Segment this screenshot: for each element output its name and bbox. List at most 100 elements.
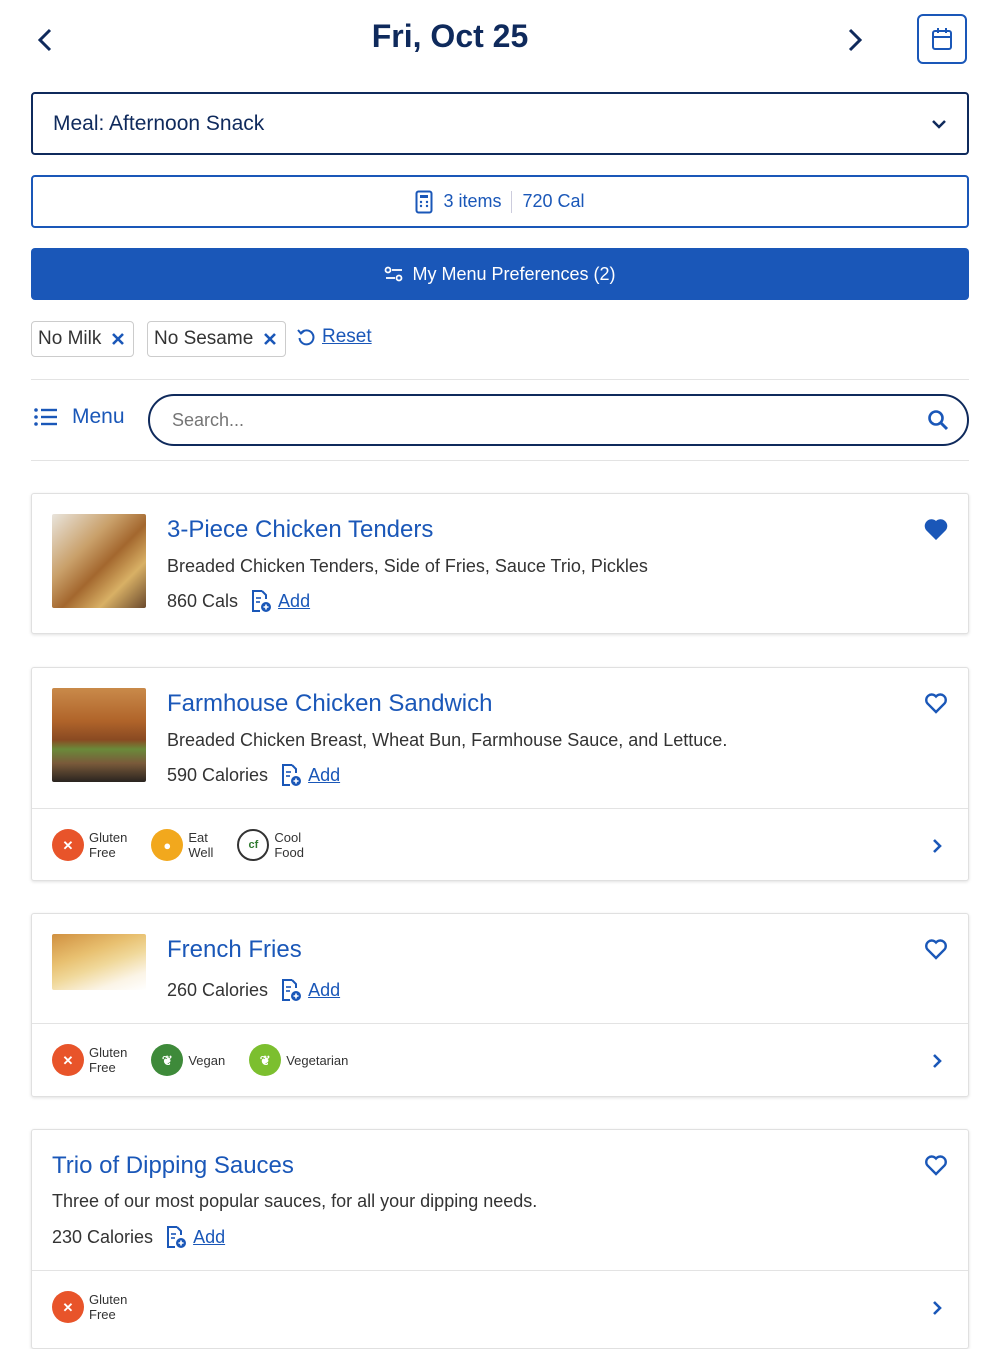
next-day-button[interactable] [840, 24, 870, 56]
item-title[interactable]: 3-Piece Chicken Tenders [167, 516, 433, 544]
badge-label: Gluten [89, 1045, 128, 1060]
preferences-label: My Menu Preferences (2) [412, 263, 616, 284]
search-bar[interactable] [148, 394, 969, 446]
filter-chip-no-milk[interactable]: No Milk [31, 321, 135, 357]
cool-food-icon: cf [237, 829, 270, 861]
close-icon[interactable] [111, 332, 125, 346]
list-icon [34, 408, 57, 426]
reset-icon [297, 329, 315, 346]
divider [32, 1270, 968, 1271]
item-image [52, 688, 146, 782]
item-calorie-row: 230 Calories Add [52, 1225, 225, 1249]
menu-item-card[interactable]: French Fries 260 Calories Add ✕ Gluten Fr… [31, 913, 969, 1097]
add-link[interactable]: Add [308, 765, 340, 786]
item-calorie-row: 860 Cals Add [167, 589, 310, 613]
badge-label: Gluten [89, 830, 128, 845]
badge-label: Gluten [89, 1292, 128, 1307]
meal-select[interactable]: Meal: Afternoon Snack [31, 92, 969, 155]
badge-label: Eat [188, 830, 208, 845]
heart-outline-icon[interactable] [924, 692, 948, 714]
dietary-badges: ✕ Gluten Free [52, 1291, 151, 1323]
chevron-right-icon[interactable] [932, 838, 942, 854]
close-icon[interactable] [263, 332, 277, 346]
item-calories: 230 Calories [52, 1226, 154, 1247]
add-to-meal-icon[interactable] [250, 589, 272, 613]
calendar-icon [932, 28, 952, 50]
dietary-badges: ✕ Gluten Free ❦ Vegan ❦ Vegetarian [52, 1044, 372, 1076]
badge-vegetarian: ❦ Vegetarian [249, 1044, 348, 1076]
heart-filled-icon[interactable] [924, 518, 948, 540]
menu-item-card[interactable]: 3-Piece Chicken Tenders Breaded Chicken … [31, 493, 969, 634]
meal-select-value: Meal: Afternoon Snack [53, 111, 265, 135]
filter-chip-no-sesame[interactable]: No Sesame [147, 321, 287, 357]
item-image [52, 514, 146, 608]
reset-filters-link[interactable]: Reset [296, 326, 372, 348]
menu-preferences-button[interactable]: My Menu Preferences (2) [31, 248, 969, 300]
item-title[interactable]: Trio of Dipping Sauces [52, 1152, 294, 1180]
chevron-right-icon [848, 28, 863, 52]
badge-eat-well: ● Eat Well [151, 829, 213, 861]
badge-cool-food: cf Cool Food [237, 829, 304, 861]
chevron-down-icon [932, 119, 946, 129]
item-calorie-row: 590 Calories Add [167, 763, 340, 787]
dietary-badges: ✕ Gluten Free ● Eat Well cf Cool Food [52, 829, 328, 861]
item-calories: 590 Calories [167, 764, 269, 785]
divider [31, 379, 969, 380]
total-calories: 720 Cal [522, 191, 585, 211]
sliders-icon [385, 266, 403, 282]
item-calorie-row: 260 Calories Add [167, 978, 340, 1002]
search-input[interactable] [170, 408, 927, 432]
item-title[interactable]: Farmhouse Chicken Sandwich [167, 690, 493, 718]
filter-chip-label: No Sesame [154, 328, 254, 349]
add-to-meal-icon[interactable] [280, 978, 302, 1002]
gluten-free-icon: ✕ [52, 1291, 84, 1323]
badge-gluten-free: ✕ Gluten Free [52, 829, 127, 861]
badge-gluten-free: ✕ Gluten Free [52, 1044, 127, 1076]
gluten-free-icon: ✕ [52, 1044, 84, 1076]
item-calories: 260 Calories [167, 979, 269, 1000]
reset-label: Reset [322, 326, 372, 347]
badge-label: Food [274, 845, 304, 860]
menu-item-card[interactable]: Farmhouse Chicken Sandwich Breaded Chick… [31, 667, 969, 881]
badge-label: Cool [274, 830, 302, 845]
heart-outline-icon[interactable] [924, 938, 948, 960]
search-icon[interactable] [927, 409, 949, 431]
badge-label: Vegetarian [286, 1052, 349, 1068]
chevron-right-icon[interactable] [932, 1300, 942, 1316]
divider [511, 190, 513, 213]
badge-label: Vegan [188, 1052, 226, 1068]
item-description: Three of our most popular sauces, for al… [52, 1191, 538, 1211]
add-to-meal-icon[interactable] [280, 763, 302, 787]
item-image [52, 934, 146, 990]
heart-outline-icon[interactable] [924, 1154, 948, 1176]
page-title: Fri, Oct 25 [371, 18, 529, 54]
vegetarian-leaf-icon: ❦ [249, 1044, 282, 1076]
vegan-leaf-icon: ❦ [151, 1044, 184, 1076]
meal-summary-button[interactable]: 3 items 720 Cal [31, 175, 969, 228]
apple-icon: ● [151, 829, 184, 861]
menu-label: Menu [72, 405, 125, 428]
add-to-meal-icon[interactable] [165, 1225, 187, 1249]
item-calories: 860 Cals [167, 590, 239, 611]
add-link[interactable]: Add [193, 1227, 225, 1248]
chevron-right-icon[interactable] [932, 1053, 942, 1069]
badge-gluten-free: ✕ Gluten Free [52, 1291, 127, 1323]
gluten-free-icon: ✕ [52, 829, 84, 861]
items-count: 3 items [443, 191, 502, 211]
badge-label: Free [89, 1307, 116, 1322]
item-title[interactable]: French Fries [167, 936, 302, 964]
badge-vegan: ❦ Vegan [151, 1044, 225, 1076]
badge-label: Free [89, 845, 116, 860]
divider [31, 460, 969, 461]
badge-label: Well [188, 845, 214, 860]
menu-item-card[interactable]: Trio of Dipping Sauces Three of our most… [31, 1129, 969, 1349]
menu-button[interactable]: Menu [34, 405, 125, 429]
add-link[interactable]: Add [278, 591, 310, 612]
divider [32, 1023, 968, 1024]
calculator-icon [415, 190, 433, 213]
filter-chip-label: No Milk [38, 328, 102, 349]
badge-label: Free [89, 1060, 116, 1075]
calendar-button[interactable] [917, 14, 967, 64]
item-description: Breaded Chicken Breast, Wheat Bun, Farmh… [167, 730, 728, 750]
add-link[interactable]: Add [308, 980, 340, 1001]
